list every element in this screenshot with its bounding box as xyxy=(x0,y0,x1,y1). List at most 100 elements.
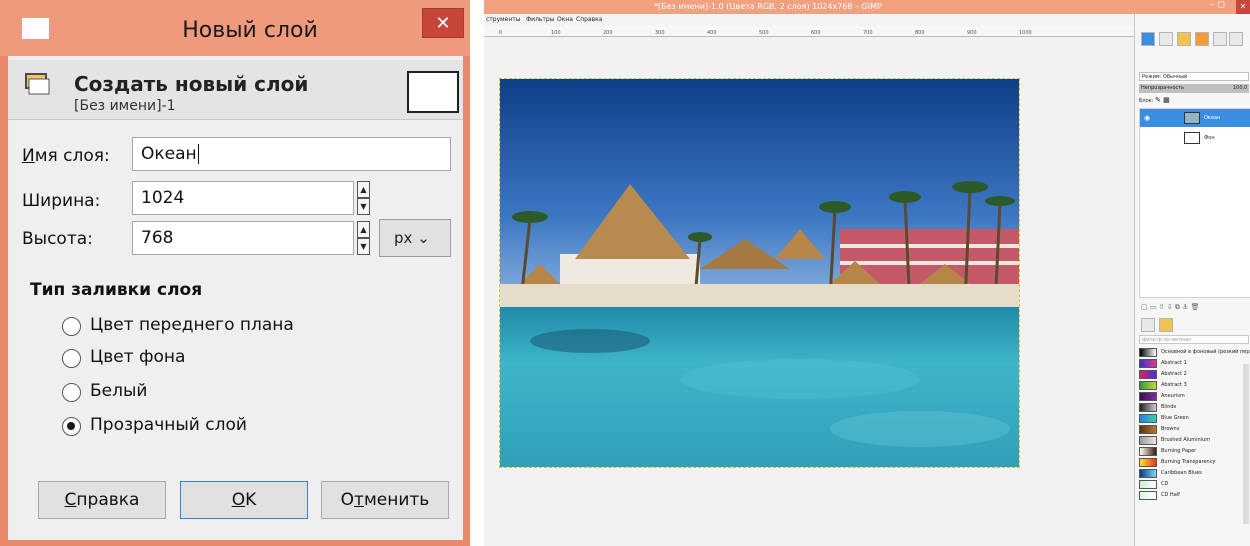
ok-mnemonic: O xyxy=(231,490,246,510)
gradient-swatch xyxy=(1139,370,1157,379)
width-increment-icon[interactable]: ▲ xyxy=(357,181,370,198)
gradient-label: Abstract 1 xyxy=(1161,360,1187,366)
layer-name-value: Океан xyxy=(141,144,197,164)
ruler-tick-label: 0 xyxy=(499,30,503,36)
ruler-tick-label: 800 xyxy=(915,30,925,36)
layer-thumbnail xyxy=(1184,132,1200,144)
image-canvas[interactable] xyxy=(484,37,1134,546)
fill-type-heading: Тип заливки слоя xyxy=(30,280,203,300)
name-label: Имя слоя: xyxy=(22,146,110,166)
gradient-item[interactable]: Aneurism xyxy=(1139,391,1247,401)
gradient-label: Aneurism xyxy=(1161,393,1185,399)
unit-value: px xyxy=(394,229,413,247)
eye-icon[interactable]: ◉ xyxy=(1144,114,1150,122)
header-subtitle: [Без имени]-1 xyxy=(74,98,176,114)
unit-dropdown[interactable]: px ⌄ xyxy=(379,219,451,257)
tab-brushes-icon[interactable] xyxy=(1195,32,1209,46)
height-stepper[interactable]: ▲ ▼ xyxy=(357,221,370,255)
gimp-close-button[interactable]: ✕ xyxy=(1236,0,1250,14)
tab-gradients-icon[interactable] xyxy=(1159,318,1173,332)
minimize-maximize-icons[interactable]: – ◻ xyxy=(1210,0,1225,10)
menu-tools[interactable]: струменты xyxy=(486,16,521,23)
height-decrement-icon[interactable]: ▼ xyxy=(357,238,370,255)
tab-paths-icon[interactable] xyxy=(1177,32,1191,46)
tab-history-icon[interactable] xyxy=(1229,32,1243,46)
width-decrement-icon[interactable]: ▼ xyxy=(357,198,370,215)
dialog-titlebar[interactable]: Новый слой ✕ xyxy=(0,0,470,56)
gradient-item[interactable]: Abstract 1 xyxy=(1139,358,1247,368)
fill-option-label: Цвет фона xyxy=(90,347,186,367)
menu-windows[interactable]: Окна xyxy=(557,16,573,23)
ruler-tick-label: 200 xyxy=(603,30,613,36)
gradient-item[interactable]: Burning Paper xyxy=(1139,446,1247,456)
gradient-swatch xyxy=(1139,414,1157,423)
gradient-item[interactable]: Caribbean Blues xyxy=(1139,468,1247,478)
lock-icons[interactable]: ✎ ▦ xyxy=(1155,96,1170,104)
close-button[interactable]: ✕ xyxy=(422,8,464,38)
layer-name-input[interactable]: Океан xyxy=(132,137,451,171)
gradient-item[interactable]: Blinds xyxy=(1139,402,1247,412)
text-cursor xyxy=(197,144,199,164)
gradient-swatch xyxy=(1139,458,1157,467)
width-input[interactable]: 1024 xyxy=(132,181,354,215)
gradient-swatch xyxy=(1139,469,1157,478)
gradient-item[interactable]: CD Half xyxy=(1139,490,1247,500)
gradient-swatch xyxy=(1139,348,1157,357)
layer-mode-dropdown[interactable]: Режим: Обычный xyxy=(1139,72,1249,81)
gradient-item[interactable]: Blue Green xyxy=(1139,413,1247,423)
cancel-button[interactable]: Отменить xyxy=(321,481,449,519)
gradient-item[interactable]: Abstract 3 xyxy=(1139,380,1247,390)
layer-row-ocean[interactable]: ◉ Океан xyxy=(1140,109,1250,127)
height-increment-icon[interactable]: ▲ xyxy=(357,221,370,238)
layer-icon xyxy=(25,73,50,95)
width-stepper[interactable]: ▲ ▼ xyxy=(357,181,370,215)
gradient-item[interactable]: Abstract 2 xyxy=(1139,369,1247,379)
cancel-text-end: менить xyxy=(363,490,430,510)
opacity-slider[interactable]: Непрозрачность 100,0 xyxy=(1139,84,1249,93)
width-label: Ширина: xyxy=(22,191,101,211)
radio-icon[interactable] xyxy=(62,383,81,402)
gradient-swatch xyxy=(1139,425,1157,434)
gradient-dock-tabs xyxy=(1141,318,1241,334)
gradient-item[interactable]: CD xyxy=(1139,479,1247,489)
height-input[interactable]: 768 xyxy=(132,221,354,255)
gradient-label: CD xyxy=(1161,481,1169,487)
gradient-label: Brushed Aluminium xyxy=(1161,437,1211,443)
tag-filter-input[interactable]: фильтр по меткам xyxy=(1139,335,1249,344)
gradient-item[interactable]: Burning Transparency xyxy=(1139,457,1247,467)
tab-layers-icon[interactable] xyxy=(1141,32,1155,46)
gimp-titlebar[interactable]: *[Без имени]-1.0 (Цвета RGB, 2 слоя) 102… xyxy=(484,0,1250,14)
gradient-label: Burning Transparency xyxy=(1161,459,1216,465)
gradient-item[interactable]: Browns xyxy=(1139,424,1247,434)
gimp-menubar: струменты Фильтры Окна Справка xyxy=(484,14,1134,26)
ocean-photo[interactable] xyxy=(499,78,1020,468)
gradient-item[interactable]: Brushed Aluminium xyxy=(1139,435,1247,445)
tab-fg-bg-icon[interactable] xyxy=(1141,318,1155,332)
gradient-item[interactable]: Основной в фоновый (резкий пер xyxy=(1139,347,1250,357)
ok-button[interactable]: OK xyxy=(180,481,308,519)
dialog-title: Новый слой xyxy=(182,18,318,43)
radio-selected-icon[interactable] xyxy=(62,417,81,436)
tab-channels-icon[interactable] xyxy=(1159,32,1173,46)
ruler-tick-label: 300 xyxy=(655,30,665,36)
radio-icon[interactable] xyxy=(62,349,81,368)
gimp-window-title: *[Без имени]-1.0 (Цвета RGB, 2 слоя) 102… xyxy=(654,2,882,11)
gimp-dock-panel: Режим: Обычный Непрозрачность 100,0 Блок… xyxy=(1134,14,1250,546)
help-button[interactable]: Справка xyxy=(38,481,166,519)
layer-row-background[interactable]: Фон xyxy=(1140,129,1250,147)
radio-icon[interactable] xyxy=(62,317,81,336)
gradients-scrollbar[interactable] xyxy=(1243,364,1249,524)
horizontal-ruler[interactable]: 0 100 200 300 400 500 600 700 800 900 1000 xyxy=(484,26,1134,37)
ruler-tick-label: 500 xyxy=(759,30,769,36)
tab-patterns-icon[interactable] xyxy=(1213,32,1227,46)
tag-filter-placeholder: фильтр по меткам xyxy=(1142,337,1191,343)
header-title: Создать новый слой xyxy=(74,72,309,96)
layer-thumbnail xyxy=(1184,112,1200,124)
lock-label: Блок: xyxy=(1139,98,1154,104)
menu-help[interactable]: Справка xyxy=(576,16,602,23)
cancel-mnemonic: т xyxy=(354,490,364,510)
dialog-header: Создать новый слой [Без имени]-1 xyxy=(8,60,463,120)
gradient-label: Abstract 3 xyxy=(1161,382,1187,388)
menu-filters[interactable]: Фильтры xyxy=(526,16,554,23)
layer-actions-icons[interactable]: ▢ ▭ ⇧ ⇩ ⧉ ⚓ 🗑 xyxy=(1141,303,1199,312)
